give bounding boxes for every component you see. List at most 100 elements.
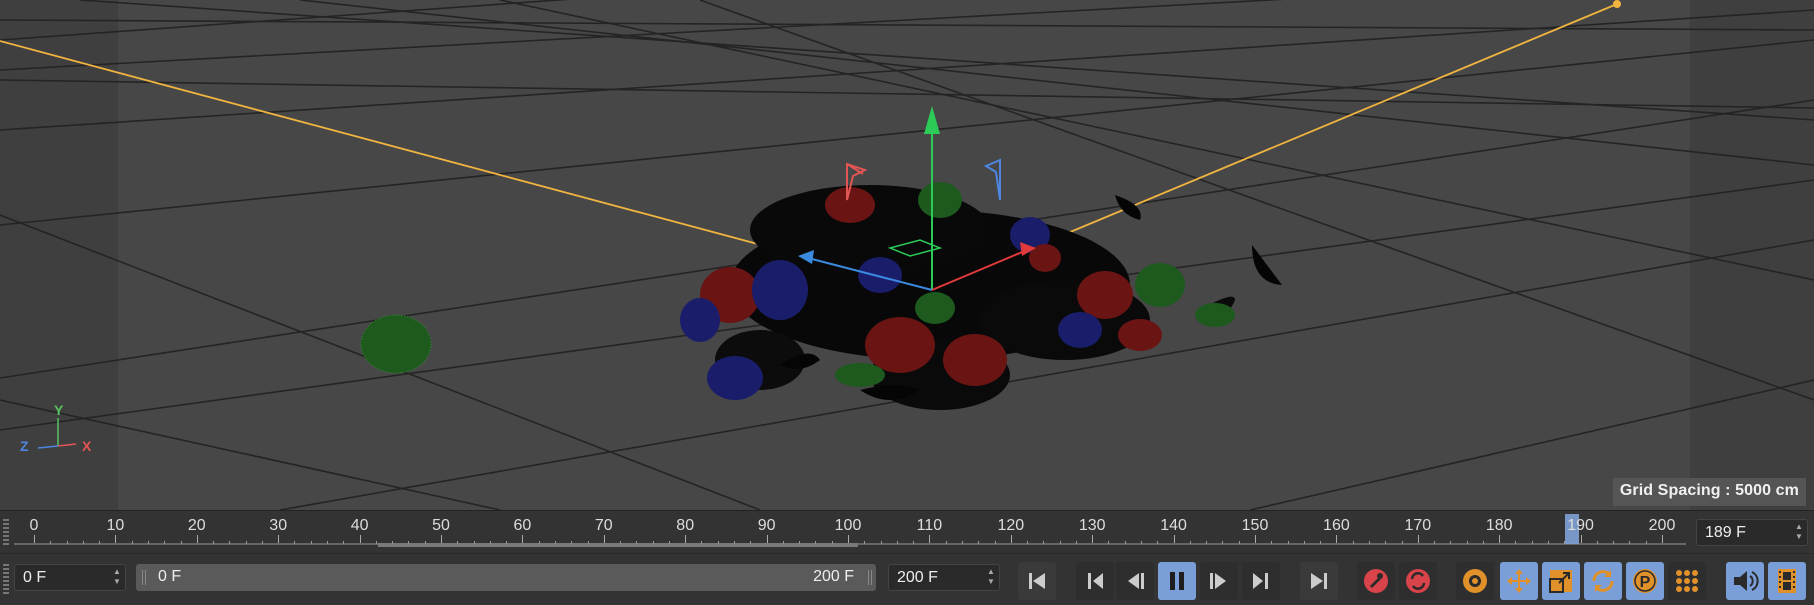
ruler-minor-tick [1189, 541, 1191, 544]
record-active-objects-button[interactable] [1357, 562, 1395, 600]
ruler-minor-tick [1466, 541, 1468, 544]
ruler-major-tick [278, 535, 280, 543]
ruler-tick-label: 140 [1160, 517, 1187, 534]
ruler-major-tick [359, 535, 361, 543]
ruler-tick-label: 60 [513, 517, 532, 534]
rotate-icon [1592, 570, 1614, 592]
next-key-icon [1253, 573, 1268, 589]
minimum-frame-field[interactable]: 0 F ▲ ▼ [14, 564, 126, 591]
ruler-tick-label: 30 [269, 517, 288, 534]
ruler-minor-tick [1515, 541, 1517, 544]
maximum-frame-value: 200 F [897, 569, 938, 586]
ruler-minor-tick [1450, 541, 1452, 544]
ruler-minor-tick [229, 541, 231, 544]
debris-particles [680, 182, 1282, 410]
ruler-tick-label: 200 [1648, 517, 1676, 534]
ruler-minor-tick [261, 541, 263, 544]
timeline-ruler[interactable]: 0 10 20 30 40 50 60 70 80 90 100 110 120 130 140 150 160… [14, 511, 1686, 554]
ruler-minor-tick [815, 541, 817, 544]
3d-viewport[interactable]: Y Z X Grid Spacing : 5000 cm [0, 0, 1814, 510]
point-level-animation-button[interactable] [1668, 562, 1706, 600]
timeline-ruler-bar[interactable]: 0 10 20 30 40 50 60 70 80 90 100 110 120 130 140 150 160… [0, 510, 1814, 553]
ruler-minor-tick [1564, 541, 1566, 544]
ruler-tick-label: 90 [757, 517, 776, 534]
ruler-major-tick [685, 535, 687, 543]
ruler-minor-tick [131, 541, 133, 544]
ruler-minor-tick [717, 541, 719, 544]
scale-track-button[interactable] [1542, 562, 1580, 600]
ruler-tick-label: 0 [29, 517, 39, 534]
ruler-minor-tick [82, 541, 84, 544]
ruler-tick-label: 190 [1567, 517, 1594, 534]
ruler-minor-tick [1645, 541, 1647, 544]
axis-x-label: X [82, 438, 92, 454]
maximum-frame-spinner-icon[interactable]: ▲ ▼ [987, 567, 995, 587]
ruler-minor-tick [1287, 541, 1289, 544]
ruler-major-tick [929, 535, 931, 543]
ruler-major-tick [115, 535, 117, 543]
ruler-tick-label: 80 [676, 517, 695, 534]
minimum-frame-spinner-icon[interactable]: ▲ ▼ [113, 567, 121, 587]
camera-handle[interactable] [1613, 0, 1621, 8]
ruler-minor-tick [1434, 541, 1436, 544]
go-to-end-icon [1311, 573, 1327, 589]
ruler-minor-tick [1385, 541, 1387, 544]
go-to-previous-key-button[interactable] [1076, 562, 1114, 600]
rotation-track-button[interactable] [1584, 562, 1622, 600]
go-to-end-button[interactable] [1300, 562, 1338, 600]
go-to-next-key-button[interactable] [1242, 562, 1280, 600]
ruler-major-tick [1336, 535, 1338, 543]
ruler-minor-tick [1303, 541, 1305, 544]
parameter-icon: P [1633, 569, 1657, 593]
ruler-tick-label: 180 [1485, 517, 1513, 534]
current-frame-value: 189 F [1705, 524, 1746, 541]
position-track-button[interactable] [1500, 562, 1538, 600]
current-frame-spinner-icon[interactable]: ▲ ▼ [1795, 522, 1803, 542]
sound-playback-button[interactable] [1726, 562, 1764, 600]
ruler-minor-tick [1531, 541, 1533, 544]
pause-button[interactable] [1158, 562, 1196, 600]
ruler-minor-tick [1043, 541, 1045, 544]
ruler-minor-tick [1368, 541, 1370, 544]
toolbar-grip-handle[interactable] [3, 564, 9, 594]
keyframe-selection-button[interactable] [1456, 562, 1494, 600]
ruler-minor-tick [1027, 541, 1029, 544]
go-to-start-button[interactable] [1018, 562, 1056, 600]
film-strip-icon [1778, 569, 1796, 593]
ruler-minor-tick [1352, 541, 1354, 544]
previous-frame-button[interactable] [1116, 562, 1154, 600]
ruler-minor-tick [375, 541, 377, 544]
preview-range-slider[interactable]: 0 F 200 F [136, 564, 876, 591]
timeline-grip-handle[interactable] [3, 519, 9, 547]
preview-start-handle[interactable] [142, 570, 146, 585]
ruler-tick-label: 10 [106, 517, 125, 534]
ruler-major-tick [1092, 535, 1094, 543]
ruler-minor-tick [1548, 541, 1550, 544]
playback-rate-button[interactable] [1768, 562, 1806, 600]
ruler-minor-tick [1141, 541, 1143, 544]
scene-canvas[interactable] [0, 0, 1814, 510]
ruler-minor-tick [473, 541, 475, 544]
ruler-major-tick [848, 535, 849, 543]
ruler-major-tick [1417, 535, 1419, 543]
ruler-minor-tick [750, 541, 752, 544]
maximum-frame-field[interactable]: 200 F ▲ ▼ [888, 564, 1000, 591]
move-icon [1507, 569, 1531, 593]
green-sphere-object[interactable] [360, 314, 432, 374]
ruler-minor-tick [310, 541, 312, 544]
ruler-minor-tick [1206, 541, 1208, 544]
world-axis-indicator: Y Z X [18, 402, 98, 462]
ruler-minor-tick [913, 541, 915, 544]
next-frame-icon [1210, 573, 1226, 589]
ruler-minor-tick [1238, 541, 1240, 544]
ruler-major-tick [1010, 535, 1012, 543]
autokeying-button[interactable] [1399, 562, 1437, 600]
parameter-track-button[interactable]: P [1626, 562, 1664, 600]
preview-end-handle[interactable] [868, 570, 872, 585]
animation-toolbar: 0 F ▲ ▼ 0 F 200 F 200 F ▲ ▼ P [0, 553, 1814, 605]
ruler-tick-label: 40 [350, 517, 369, 534]
ruler-tick-label: 130 [1078, 517, 1106, 534]
current-frame-field[interactable]: 189 F ▲ ▼ [1696, 519, 1808, 546]
ruler-minor-tick [668, 541, 670, 544]
next-frame-button[interactable] [1200, 562, 1238, 600]
